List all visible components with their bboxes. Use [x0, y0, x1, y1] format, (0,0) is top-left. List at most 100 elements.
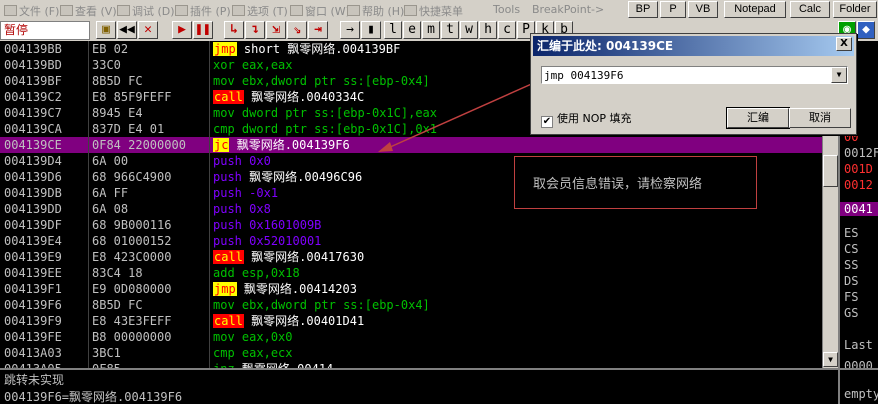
segment-cs: CS [844, 242, 859, 256]
menu-plugins[interactable]: 插件 (P) [175, 3, 231, 19]
row-hex: 8B5D FC [92, 298, 143, 312]
rewind-icon[interactable]: ◀◀ [117, 21, 137, 39]
row-instruction: push 飘零网络.00496C96 [213, 169, 362, 185]
menu-window[interactable]: 窗口 (W) [290, 3, 350, 19]
bp-button[interactable]: BP [628, 1, 658, 18]
close-icon[interactable]: ✕ [138, 21, 158, 39]
row-mnemonic: push [213, 170, 242, 184]
toolbar-cpu-button[interactable]: c [498, 21, 516, 39]
help-menu-icon [347, 5, 360, 16]
disasm-row[interactable]: 004139F9 E8 43E3FEFF call 飘零网络.00401D41 [0, 313, 822, 329]
scroll-thumb[interactable] [823, 155, 838, 187]
step-over-icon[interactable]: ↴ [245, 21, 265, 39]
disasm-row[interactable]: 004139FE B8 00000000 mov eax,0x0 [0, 329, 822, 345]
assemble-dialog[interactable]: 汇编于此处: 004139CE X ▼ ✔ 使用 NOP 填充 汇编 取消 [530, 33, 857, 135]
toolbar-handles-button[interactable]: h [479, 21, 497, 39]
trace-over-icon[interactable]: ⇘ [287, 21, 307, 39]
disasm-row[interactable]: 004139F6 8B5D FC mov ebx,dword ptr ss:[ebp… [0, 297, 822, 313]
menu-view[interactable]: 查看 (V) [60, 3, 117, 19]
row-instruction: push 0x8 [213, 201, 271, 217]
row-hex: 68 01000152 [92, 234, 172, 248]
menu-breakpoint[interactable]: BreakPoint-> [532, 3, 604, 16]
row-hex: 837D E4 01 [92, 122, 165, 136]
row-instruction: xor eax,eax [213, 57, 293, 73]
menu-options[interactable]: 选项 (T) [232, 3, 288, 19]
row-hex: 6A 08 [92, 202, 129, 216]
disasm-row[interactable]: 004139E9 E8 423C0000 call 飘零网络.00417630 [0, 249, 822, 265]
menu-debug[interactable]: 调试 (D) [117, 3, 175, 19]
row-instruction: call 飘零网络.00417630 [213, 249, 364, 265]
p-button[interactable]: P [660, 1, 686, 18]
disasm-row[interactable]: 004139E4 68 01000152 push 0x52010001 [0, 233, 822, 249]
column-divider [88, 41, 89, 368]
menu-tools[interactable]: Tools [493, 3, 520, 16]
row-mnemonic: jmp [213, 42, 237, 56]
row-operands: 0x8 [249, 202, 271, 216]
row-address: 004139E9 [4, 250, 62, 264]
folder-button[interactable]: Folder [833, 1, 877, 18]
row-operands: 飘零网络.00414203 [243, 282, 357, 296]
notepad-button[interactable]: Notepad [724, 1, 786, 18]
column-divider [209, 41, 210, 368]
row-hex: E8 423C0000 [92, 250, 172, 264]
segment-es: ES [844, 226, 859, 240]
row-mnemonic: push [213, 202, 242, 216]
toolbar-memory-button[interactable]: m [422, 21, 440, 39]
row-mnemonic: push [213, 154, 242, 168]
dialog-close-icon[interactable]: X [836, 37, 852, 51]
chevron-down-icon[interactable]: ▼ [831, 67, 847, 83]
row-operands: 0x0 [249, 154, 271, 168]
breakpoint-icon[interactable]: ▮ [361, 21, 381, 39]
disasm-row[interactable]: 004139DF 68 9B000116 push 0x1601009B [0, 217, 822, 233]
disasm-row[interactable]: 00413A03 3BC1 cmp eax,ecx [0, 345, 822, 361]
run-icon[interactable]: ▶ [172, 21, 192, 39]
row-mnemonic: cmp [213, 346, 235, 360]
empty-label: empty [844, 387, 878, 401]
nop-fill-checkbox[interactable]: ✔ 使用 NOP 填充 [541, 110, 632, 128]
row-operands: eax,ecx [241, 346, 293, 360]
row-instruction: jc 飘零网络.004139F6 [213, 137, 350, 153]
plugin-blue-icon[interactable]: ◆ [857, 21, 875, 39]
window-menu-icon [290, 5, 303, 16]
row-mnemonic: xor [213, 58, 235, 72]
menu-shortcut[interactable]: 快捷菜单 [404, 3, 463, 19]
checkbox-label: 使用 NOP 填充 [557, 112, 632, 125]
assemble-combo[interactable]: ▼ [541, 66, 848, 84]
row-operands: 飘零网络.004139F6 [236, 138, 350, 152]
step-into-icon[interactable]: ↳ [224, 21, 244, 39]
execute-till-return-icon[interactable]: ⇥ [308, 21, 328, 39]
checkbox-box[interactable]: ✔ [541, 116, 553, 128]
segment-ds: DS [844, 274, 859, 288]
disasm-row[interactable]: 004139CE 0F84 22000000 jc 飘零网络.004139F6 [0, 137, 822, 153]
row-hex: EB 02 [92, 42, 129, 56]
calc-button[interactable]: Calc [790, 1, 830, 18]
toolbar-windows-button[interactable]: w [460, 21, 478, 39]
trace-into-icon[interactable]: ⇲ [266, 21, 286, 39]
vb-button[interactable]: VB [688, 1, 718, 18]
assemble-input[interactable] [544, 67, 829, 83]
toolbar-exe-modules-button[interactable]: e [403, 21, 421, 39]
menu-help[interactable]: 帮助 (H) [347, 3, 404, 19]
open-icon[interactable]: ▣ [96, 21, 116, 39]
menu-file[interactable]: 文件 (F) [4, 3, 59, 19]
disasm-row[interactable]: 004139EE 83C4 18 add esp,0x18 [0, 265, 822, 281]
toolbar-threads-button[interactable]: t [441, 21, 459, 39]
row-instruction: mov ebx,dword ptr ss:[ebp-0x4] [213, 297, 430, 313]
row-mnemonic: mov [213, 74, 235, 88]
cancel-button[interactable]: 取消 [789, 108, 851, 128]
disasm-row[interactable]: 004139F1 E9 0D080000 jmp 飘零网络.00414203 [0, 281, 822, 297]
row-operands: eax,0x0 [241, 330, 293, 344]
goto-icon[interactable]: → [340, 21, 360, 39]
register-line: 001D [844, 162, 873, 176]
toolbar-log-button[interactable]: l [384, 21, 402, 39]
disasm-row[interactable]: 00413A05 0F85 ...... jnz 飘零网络.00414... [0, 361, 822, 368]
pause-icon[interactable]: ❚❚ [193, 21, 213, 39]
row-address: 00413A05 [4, 361, 62, 368]
row-operands: dword ptr ss:[ebp-0x1C],0x1 [241, 122, 437, 136]
scroll-down-icon[interactable]: ▼ [823, 352, 838, 367]
assemble-button[interactable]: 汇编 [726, 107, 790, 129]
row-address: 004139BF [4, 74, 62, 88]
info-pane: 跳转未实现 004139F6=飘零网络.004139F6 [0, 368, 838, 404]
row-instruction: call 飘零网络.00401D41 [213, 313, 364, 329]
row-address: 004139F1 [4, 282, 62, 296]
